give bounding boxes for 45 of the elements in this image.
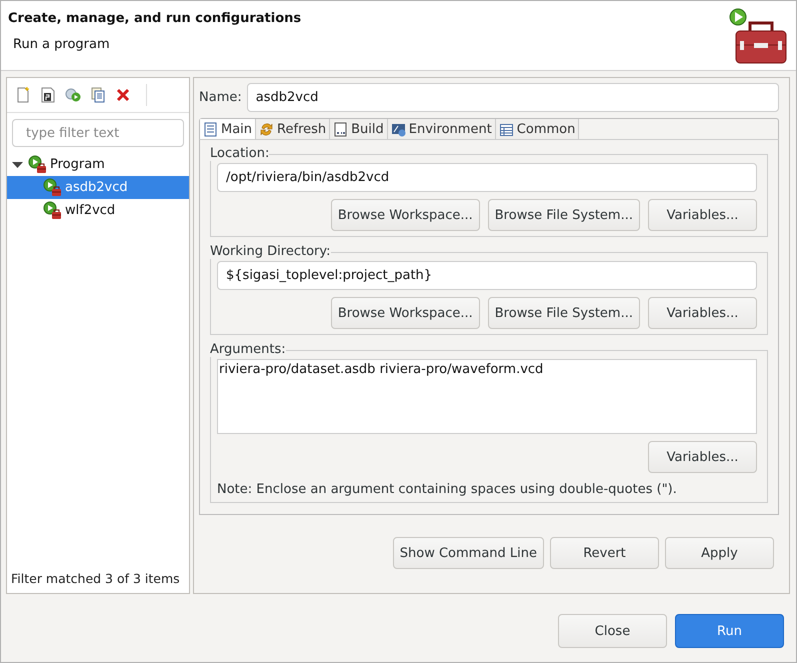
filter-status: Filter matched 3 of 3 items	[10, 571, 181, 588]
name-field[interactable]: asdb2vcd	[246, 83, 779, 112]
tab[interactable]: Build	[330, 119, 388, 139]
copy-icon[interactable]	[90, 87, 106, 103]
browse-button[interactable]: Variables...	[648, 441, 757, 473]
group-title: Arguments:	[210, 342, 286, 357]
browse-button[interactable]: Browse File System...	[488, 297, 640, 329]
path-field[interactable]: /opt/riviera/bin/asdb2vcd	[217, 163, 757, 192]
tab[interactable]: Main	[200, 119, 256, 139]
expand-arrow-icon[interactable]	[11, 160, 25, 170]
dialog-title: Create, manage, and run configurations	[8, 11, 302, 26]
dialog-subtitle: Run a program	[12, 37, 111, 52]
filter-field[interactable]: type filter text	[12, 119, 184, 147]
window-icon	[390, 122, 406, 136]
browse-button[interactable]: Browse Workspace...	[330, 297, 480, 329]
browse-button[interactable]: Variables...	[648, 297, 757, 329]
group-title: Location:	[210, 146, 270, 161]
path-field[interactable]: ${sigasi_toplevel:project_path}	[217, 261, 757, 290]
program-icon	[43, 178, 62, 197]
arguments-field[interactable]: riviera-pro/dataset.asdb riviera-pro/waveform.vcd	[217, 359, 757, 434]
action-button[interactable]: Show Command Line	[392, 537, 544, 569]
tree-item[interactable]: wlf2vcd	[7, 199, 189, 222]
sync-icon	[259, 122, 274, 136]
table-icon	[498, 122, 514, 136]
browse-button[interactable]: Browse File System...	[488, 199, 640, 231]
tab[interactable]: Environment	[388, 119, 496, 139]
program-icon	[43, 201, 62, 220]
tree-item[interactable]: asdb2vcd	[7, 176, 189, 199]
tab[interactable]: Common	[496, 119, 580, 139]
group-title: Working Directory:	[210, 244, 331, 259]
action-button[interactable]: Apply	[665, 537, 774, 569]
note-text: Note: Enclose an argument containing spaces using double-quotes (").	[217, 481, 678, 497]
dialog-button[interactable]: Close	[558, 614, 667, 648]
program-icon	[28, 155, 47, 174]
delete-icon[interactable]	[115, 87, 131, 103]
action-button[interactable]: Revert	[550, 537, 659, 569]
name-label: Name:	[199, 90, 242, 105]
document-icon	[203, 122, 218, 136]
browse-button[interactable]: Browse Workspace...	[330, 199, 480, 231]
tree-item[interactable]: Program	[7, 153, 189, 176]
new-file-icon[interactable]	[15, 87, 31, 103]
tab[interactable]: Refresh	[256, 119, 330, 139]
binary-file-icon	[333, 122, 348, 136]
dialog-button[interactable]: Run	[675, 614, 784, 648]
browse-button[interactable]: Variables...	[648, 199, 757, 231]
